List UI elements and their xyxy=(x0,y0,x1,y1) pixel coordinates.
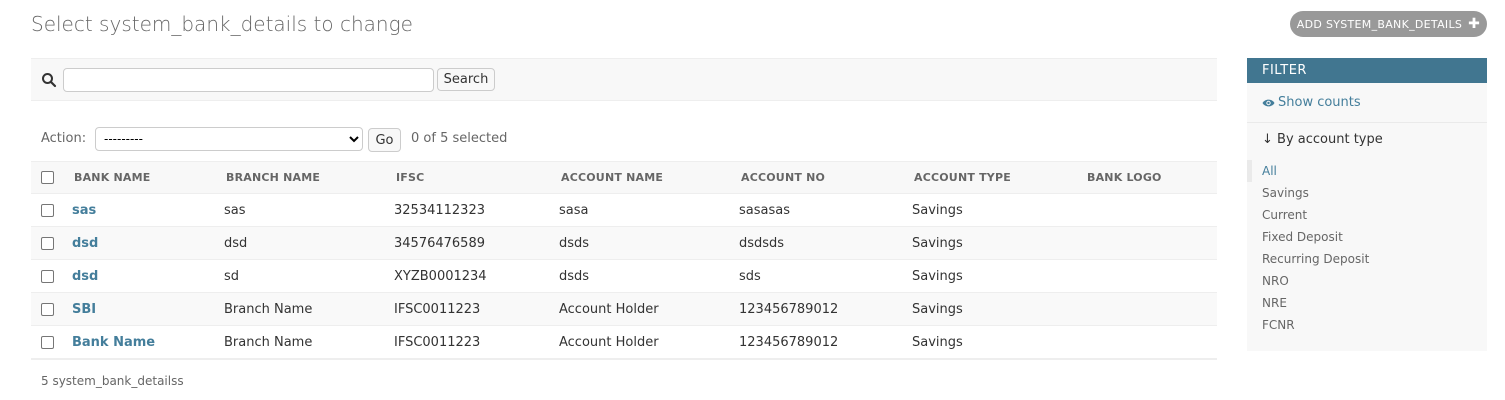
bank-logo-cell xyxy=(1085,193,1217,227)
account-type-cell: Savings xyxy=(912,226,1085,260)
account-no-cell: sasasas xyxy=(739,193,912,227)
account-no-cell: dsdsds xyxy=(739,226,912,260)
column-header-ifsc[interactable]: IFSC xyxy=(394,161,559,194)
bank-name-link[interactable]: SBI xyxy=(72,302,96,317)
filter-divider xyxy=(1247,122,1487,123)
ifsc-cell: IFSC0011223 xyxy=(394,292,559,326)
column-header-account-type[interactable]: ACCOUNT TYPE xyxy=(912,161,1085,194)
row-checkbox-cell xyxy=(31,325,72,359)
account-type-cell: Savings xyxy=(912,193,1085,227)
search-input[interactable] xyxy=(63,68,434,92)
ifsc-cell: IFSC0011223 xyxy=(394,325,559,359)
bank-name-link[interactable]: sas xyxy=(72,203,96,218)
table-header-row: BANK NAME BRANCH NAME IFSC ACCOUNT NAME … xyxy=(31,161,1217,194)
account-type-cell: Savings xyxy=(912,259,1085,293)
search-toolbar: Search xyxy=(31,58,1217,101)
row-checkbox[interactable] xyxy=(41,302,54,316)
account-name-cell: dsds xyxy=(559,226,739,260)
row-checkbox[interactable] xyxy=(41,335,54,349)
column-header-account-name[interactable]: ACCOUNT NAME xyxy=(559,161,739,194)
selected-counter: 0 of 5 selected xyxy=(411,131,508,146)
row-checkbox-cell xyxy=(31,259,72,293)
add-button-label: ADD SYSTEM_BANK_DETAILS xyxy=(1296,17,1463,31)
branch-name-cell: Branch Name xyxy=(224,325,394,359)
row-checkbox-cell xyxy=(31,226,72,260)
show-counts-label: Show counts xyxy=(1278,95,1361,110)
row-checkbox-cell xyxy=(31,193,72,227)
branch-name-cell: sd xyxy=(224,259,394,293)
bank-name-cell: sas xyxy=(72,193,224,227)
account-name-cell: sasa xyxy=(559,193,739,227)
bank-name-link[interactable]: dsd xyxy=(72,269,98,284)
show-counts-link[interactable]: Show counts xyxy=(1262,95,1361,110)
filter-option-current[interactable]: Current xyxy=(1247,204,1487,226)
bank-logo-cell xyxy=(1085,226,1217,260)
filter-section-title: ↓ By account type xyxy=(1262,132,1383,147)
table-row: dsd sd XYZB0001234 dsds sds Savings xyxy=(31,259,1217,293)
row-checkbox[interactable] xyxy=(41,203,54,217)
bank-name-link[interactable]: dsd xyxy=(72,236,98,251)
filter-option-fixed-deposit[interactable]: Fixed Deposit xyxy=(1247,226,1487,248)
account-type-cell: Savings xyxy=(912,292,1085,326)
account-no-cell: sds xyxy=(739,259,912,293)
action-label: Action: xyxy=(41,131,87,146)
column-header-bank-name[interactable]: BANK NAME xyxy=(72,161,224,194)
ifsc-cell: 34576476589 xyxy=(394,226,559,260)
bank-name-cell: dsd xyxy=(72,259,224,293)
bank-name-cell: Bank Name xyxy=(72,325,224,359)
search-icon xyxy=(41,72,57,88)
table-row: dsd dsd 34576476589 dsds dsdsds Savings xyxy=(31,226,1217,260)
filter-option-recurring-deposit[interactable]: Recurring Deposit xyxy=(1247,248,1487,270)
select-all-checkbox-cell xyxy=(31,161,72,194)
bank-logo-cell xyxy=(1085,325,1217,359)
account-name-cell: Account Holder xyxy=(559,292,739,326)
account-name-cell: Account Holder xyxy=(559,325,739,359)
ifsc-cell: 32534112323 xyxy=(394,193,559,227)
bank-name-cell: SBI xyxy=(72,292,224,326)
account-no-cell: 123456789012 xyxy=(739,292,912,326)
bank-name-cell: dsd xyxy=(72,226,224,260)
table-row: Bank Name Branch Name IFSC0011223 Accoun… xyxy=(31,325,1217,359)
filter-options-list: All Savings Current Fixed Deposit Recurr… xyxy=(1247,160,1487,336)
branch-name-cell: Branch Name xyxy=(224,292,394,326)
filter-option-nro[interactable]: NRO xyxy=(1247,270,1487,292)
row-checkbox[interactable] xyxy=(41,236,54,250)
account-no-cell: 123456789012 xyxy=(739,325,912,359)
table-divider xyxy=(31,358,1217,360)
ifsc-cell: XYZB0001234 xyxy=(394,259,559,293)
row-checkbox-cell xyxy=(31,292,72,326)
plus-icon: ✚ xyxy=(1468,16,1481,32)
add-system-bank-details-button[interactable]: ADD SYSTEM_BANK_DETAILS ✚ xyxy=(1290,11,1487,37)
column-header-bank-logo[interactable]: BANK LOGO xyxy=(1085,161,1217,194)
branch-name-cell: sas xyxy=(224,193,394,227)
filter-header: FILTER xyxy=(1247,58,1487,83)
filter-option-all[interactable]: All xyxy=(1247,160,1487,182)
account-name-cell: dsds xyxy=(559,259,739,293)
bank-name-link[interactable]: Bank Name xyxy=(72,335,155,350)
go-button[interactable]: Go xyxy=(368,128,401,152)
page-title: Select system_bank_details to change xyxy=(31,12,413,36)
row-checkbox[interactable] xyxy=(41,269,54,283)
branch-name-cell: dsd xyxy=(224,226,394,260)
filter-option-fcnr[interactable]: FCNR xyxy=(1247,314,1487,336)
table-row: sas sas 32534112323 sasa sasasas Savings xyxy=(31,193,1217,227)
select-all-checkbox[interactable] xyxy=(41,171,54,185)
account-type-cell: Savings xyxy=(912,325,1085,359)
column-header-account-no[interactable]: ACCOUNT NO xyxy=(739,161,912,194)
table-row: SBI Branch Name IFSC0011223 Account Hold… xyxy=(31,292,1217,326)
results-table: BANK NAME BRANCH NAME IFSC ACCOUNT NAME … xyxy=(31,161,1217,359)
filter-option-savings[interactable]: Savings xyxy=(1247,182,1487,204)
action-select[interactable]: --------- xyxy=(95,127,363,151)
eye-icon xyxy=(1262,99,1275,106)
search-button[interactable]: Search xyxy=(437,68,495,91)
bank-logo-cell xyxy=(1085,259,1217,293)
filter-option-nre[interactable]: NRE xyxy=(1247,292,1487,314)
filter-sidebar: FILTER Show counts ↓ By account type All… xyxy=(1247,58,1487,351)
column-header-branch-name[interactable]: BRANCH NAME xyxy=(224,161,394,194)
bank-logo-cell xyxy=(1085,292,1217,326)
result-count: 5 system_bank_detailss xyxy=(41,374,184,388)
